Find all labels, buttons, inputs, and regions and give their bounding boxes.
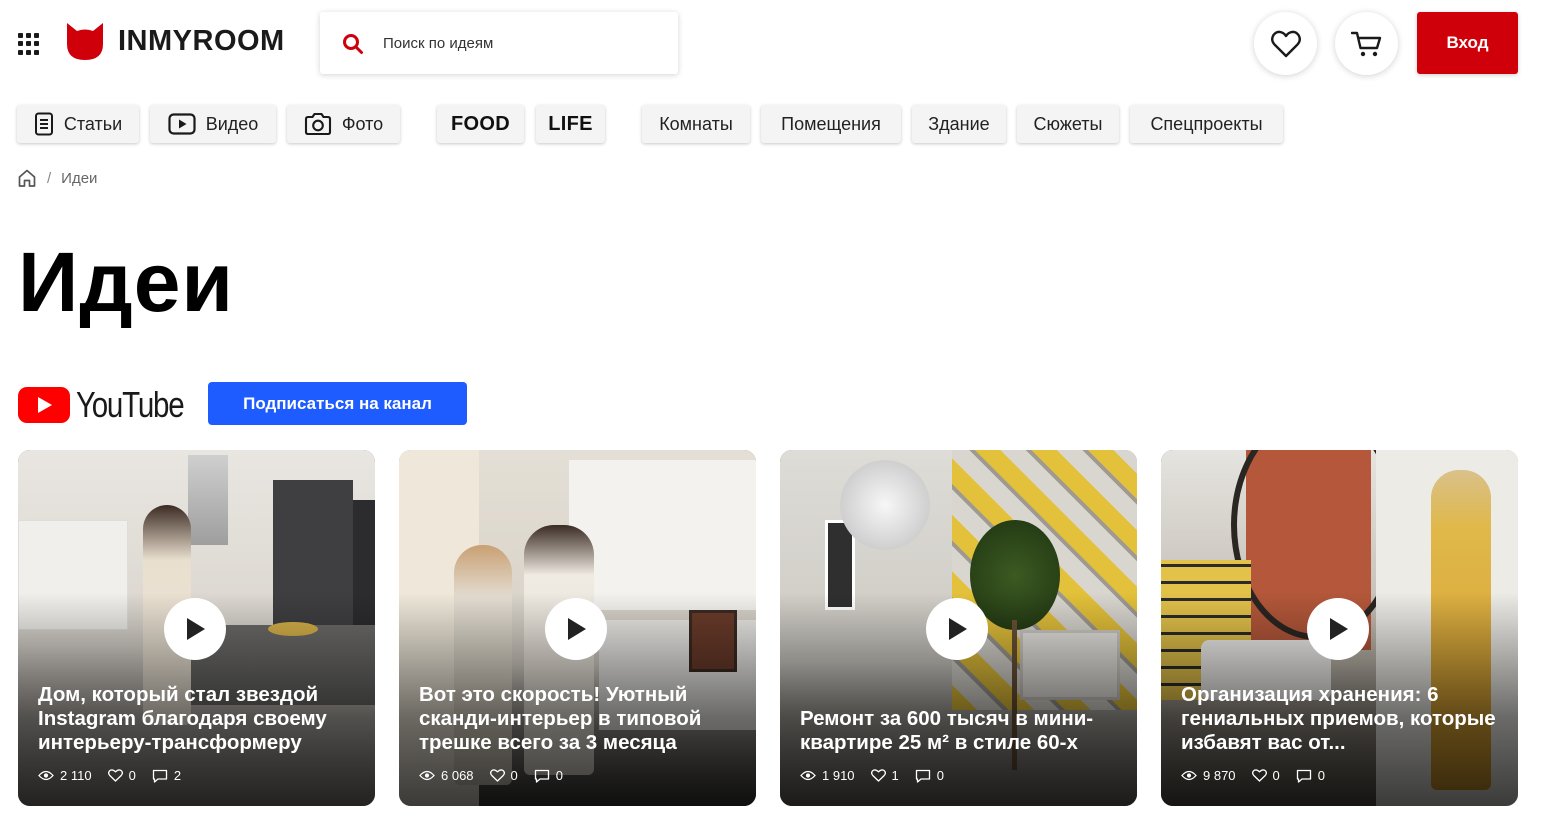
heart-icon — [107, 769, 123, 782]
breadcrumb-current: Идеи — [61, 169, 98, 187]
home-icon[interactable] — [17, 168, 37, 188]
search-icon — [343, 34, 363, 54]
search-input[interactable] — [383, 32, 663, 54]
video-stats: 6 068 0 0 — [419, 768, 579, 783]
likes-count: 1 — [891, 768, 899, 783]
play-icon — [568, 618, 586, 640]
comment-icon — [152, 769, 167, 783]
likes-count: 0 — [128, 768, 136, 783]
play-button[interactable] — [164, 598, 226, 660]
video-card[interactable]: Организация хранения: 6 гениальных прием… — [1161, 450, 1518, 806]
likes-count: 0 — [1272, 768, 1280, 783]
video-stats: 1 910 1 0 — [800, 768, 960, 783]
nav-life[interactable]: LIFE — [536, 105, 605, 143]
views-count: 2 110 — [60, 768, 92, 783]
heart-icon — [1270, 30, 1301, 57]
nav-video-label: Видео — [205, 113, 259, 134]
nav-premises[interactable]: Помещения — [761, 105, 901, 143]
subscribe-button[interactable]: Подписаться на канал — [208, 382, 467, 425]
nav-video[interactable]: Видео — [150, 105, 276, 143]
nav-rooms[interactable]: Комнаты — [642, 105, 750, 143]
header: INMYROOM Вход — [0, 0, 1541, 90]
video-title[interactable]: Организация хранения: 6 гениальных прием… — [1181, 683, 1499, 755]
heart-icon — [489, 769, 505, 782]
comment-icon — [534, 769, 549, 783]
nav-building[interactable]: Здание — [912, 105, 1006, 143]
logo-text: INMYROOM — [118, 24, 285, 57]
play-icon — [187, 618, 205, 640]
nav-articles-label: Статьи — [63, 113, 123, 134]
play-button[interactable] — [545, 598, 607, 660]
login-button[interactable]: Вход — [1417, 12, 1518, 74]
views-count: 6 068 — [441, 768, 474, 783]
comment-icon — [1296, 769, 1311, 783]
eye-icon — [38, 770, 54, 781]
breadcrumb-separator: / — [47, 169, 52, 187]
youtube-wordmark: YouTube — [76, 384, 185, 425]
comments-count: 0 — [1317, 768, 1326, 783]
nav-food[interactable]: FOOD — [437, 105, 524, 143]
favorites-button[interactable] — [1254, 12, 1317, 75]
breadcrumb: / Идеи — [17, 168, 97, 188]
play-button[interactable] — [926, 598, 988, 660]
video-title[interactable]: Ремонт за 600 тысяч в мини-квартире 25 м… — [800, 707, 1118, 755]
video-card[interactable]: Дом, который стал звездой Instagram благ… — [18, 450, 375, 806]
cart-icon — [1350, 31, 1381, 56]
play-icon — [949, 618, 967, 640]
search-box[interactable] — [320, 12, 678, 74]
eye-icon — [1181, 770, 1197, 781]
eye-icon — [800, 770, 816, 781]
nav-photo-label: Фото — [341, 113, 384, 134]
nav-special-projects[interactable]: Спецпроекты — [1130, 105, 1283, 143]
heart-icon — [1251, 769, 1267, 782]
youtube-play-icon — [18, 387, 70, 423]
play-icon — [1330, 618, 1348, 640]
video-title[interactable]: Вот это скорость! Уютный сканди-интерьер… — [419, 683, 737, 755]
video-card[interactable]: Вот это скорость! Уютный сканди-интерьер… — [399, 450, 756, 806]
likes-count: 0 — [510, 768, 518, 783]
nav-stories[interactable]: Сюжеты — [1017, 105, 1119, 143]
cart-button[interactable] — [1335, 12, 1398, 75]
comments-count: 0 — [936, 768, 945, 783]
eye-icon — [419, 770, 435, 781]
heart-icon — [870, 769, 886, 782]
video-title[interactable]: Дом, который стал звездой Instagram благ… — [38, 683, 356, 755]
menu-grid-icon[interactable] — [18, 33, 40, 55]
comment-icon — [915, 769, 930, 783]
comments-count: 2 — [173, 768, 182, 783]
nav-photo[interactable]: Фото — [287, 105, 400, 143]
video-stats: 9 870 0 0 — [1181, 768, 1341, 783]
play-button[interactable] — [1307, 598, 1369, 660]
video-stats: 2 110 0 2 — [38, 768, 197, 783]
cat-logo-icon — [67, 23, 103, 60]
video-play-icon — [168, 113, 196, 135]
views-count: 9 870 — [1203, 768, 1236, 783]
camera-icon — [304, 112, 331, 136]
nav-articles[interactable]: Статьи — [17, 105, 139, 143]
comments-count: 0 — [555, 768, 564, 783]
document-icon — [34, 112, 53, 136]
logo[interactable]: INMYROOM — [64, 20, 285, 62]
video-card[interactable]: Ремонт за 600 тысяч в мини-квартире 25 м… — [780, 450, 1137, 806]
page-title: Идеи — [18, 235, 235, 329]
views-count: 1 910 — [822, 768, 855, 783]
youtube-logo[interactable]: YouTube — [18, 384, 207, 426]
